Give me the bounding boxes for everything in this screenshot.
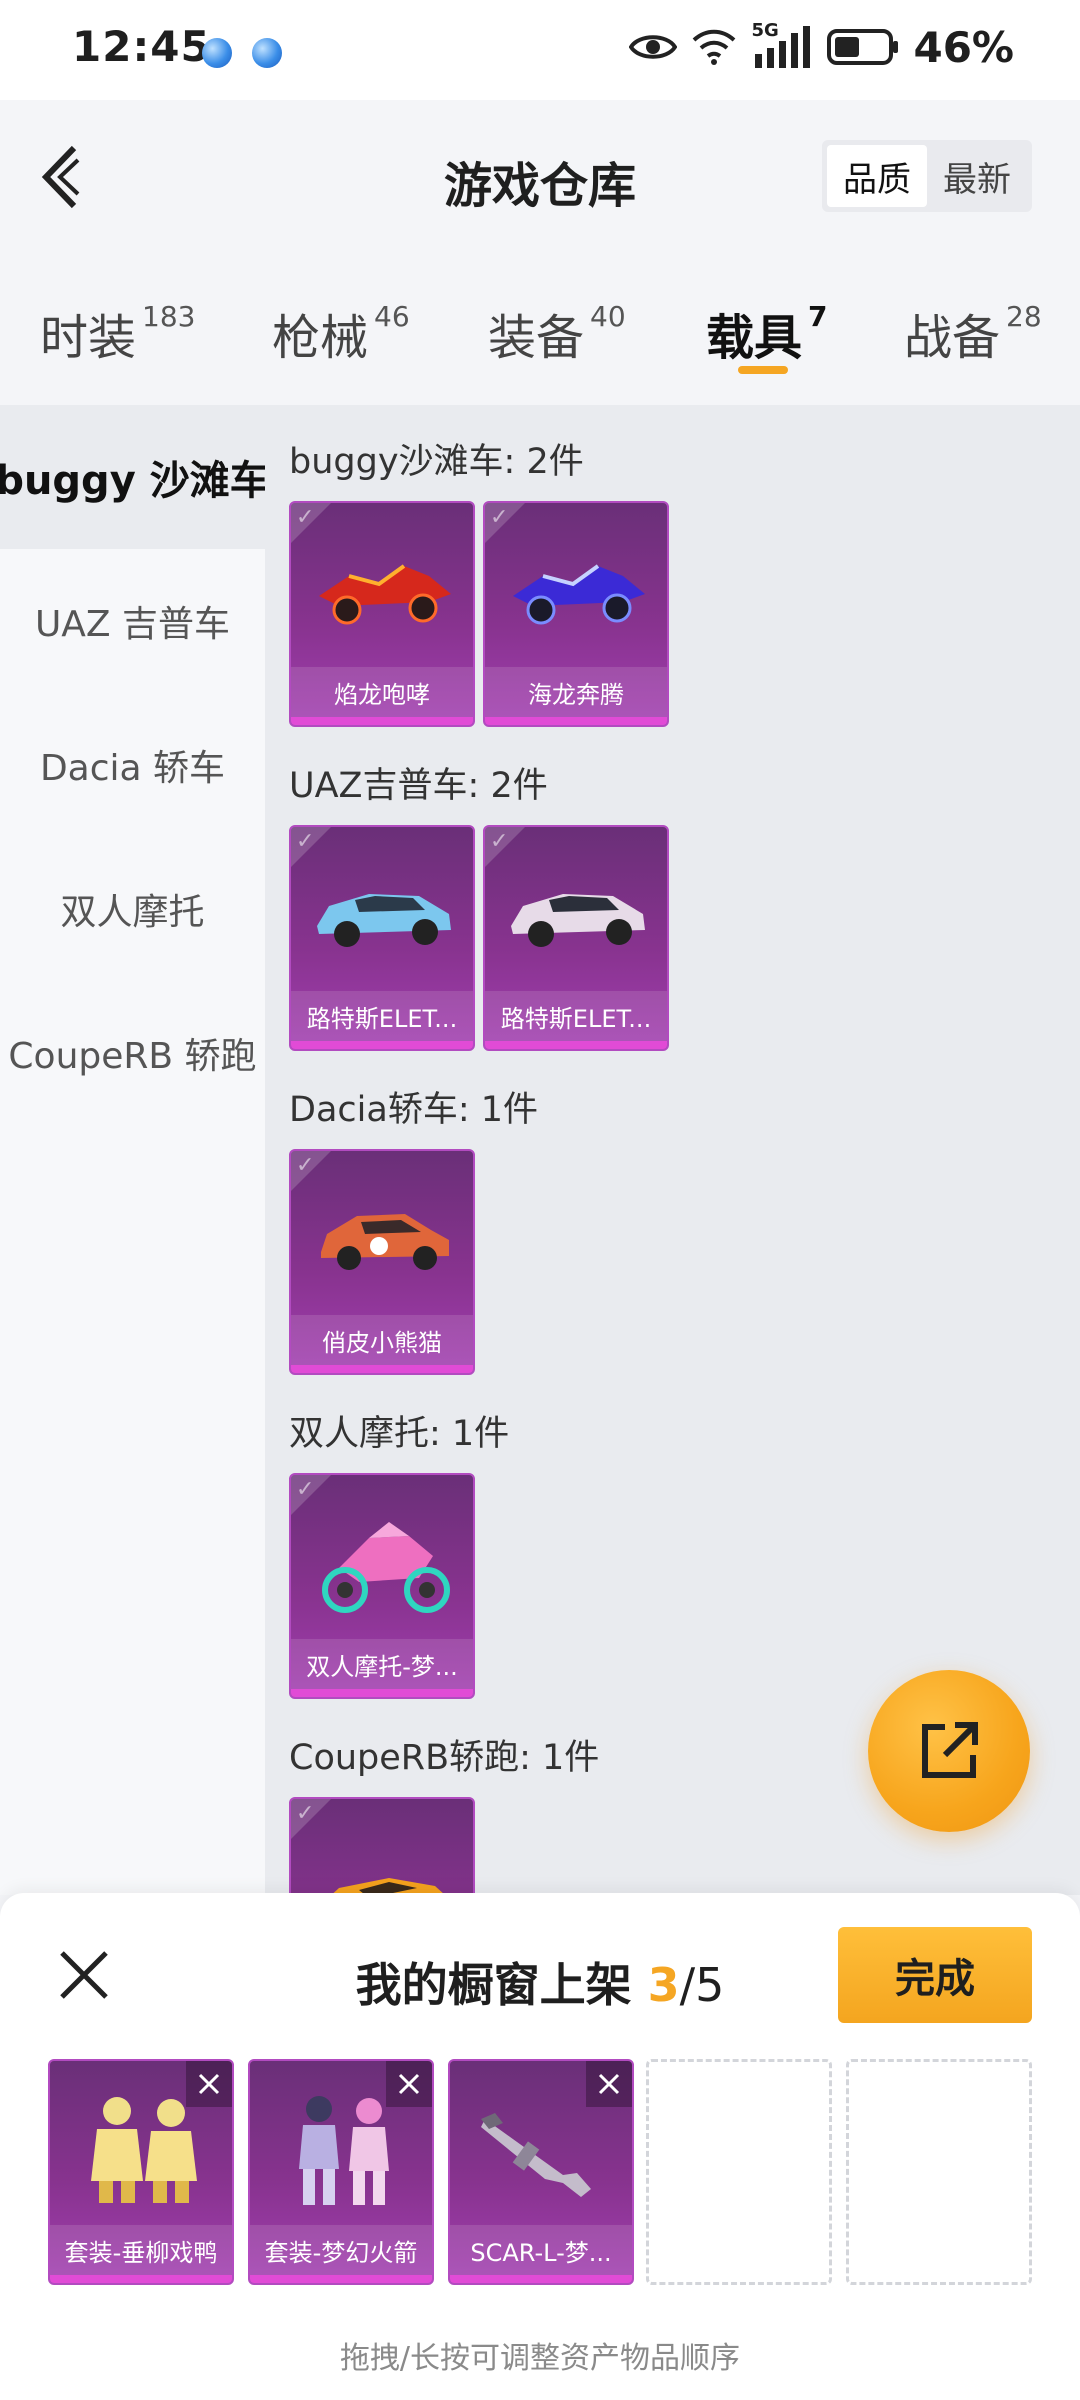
sort-option-newest[interactable]: 最新 xyxy=(927,145,1027,207)
motorbike-pink-icon xyxy=(299,1503,469,1623)
rifle-icon xyxy=(458,2089,628,2209)
wifi-icon xyxy=(693,29,736,65)
category-tabs: 时装 183 枪械 46 装备 40 载具 7 战备 28 xyxy=(0,260,1080,405)
showcase-slot[interactable]: 套装-梦幻火箭 xyxy=(248,2059,434,2285)
remove-slot-button[interactable] xyxy=(186,2061,232,2107)
outfit-yellow-icon xyxy=(58,2089,228,2209)
tab-count: 7 xyxy=(808,300,828,333)
tab-count: 183 xyxy=(142,300,196,333)
check-icon: ✓ xyxy=(296,1477,315,1502)
external-link-icon xyxy=(922,1722,978,1778)
sidebar-item-coupe[interactable]: CoupeRB 轿跑 xyxy=(0,981,265,1125)
tab-label: 载具 xyxy=(706,310,803,366)
done-button[interactable]: 完成 xyxy=(838,1927,1032,2023)
item-name: 路特斯ELET... xyxy=(485,991,667,1041)
buggy-red-icon xyxy=(299,531,469,651)
vehicle-type-sidebar: buggy 沙滩车 UAZ 吉普车 Dacia 轿车 双人摩托 CoupeRB … xyxy=(0,405,270,1895)
item-name: 焰龙咆哮 xyxy=(291,667,473,717)
buggy-blue-icon xyxy=(493,531,663,651)
car-orange-icon xyxy=(299,1179,469,1299)
showcase-title-text: 我的橱窗上架 xyxy=(355,1958,632,2012)
tab-label: 装备 xyxy=(488,310,585,366)
item-name: 路特斯ELET... xyxy=(291,991,473,1041)
item-card[interactable]: ✓ 路特斯ELET... xyxy=(483,825,669,1051)
suv-white-icon xyxy=(493,855,663,975)
status-indicators: 5G 46% xyxy=(629,20,1014,72)
battery-icon xyxy=(827,29,899,65)
outfit-space-icon xyxy=(258,2089,428,2209)
item-name: SCAR-L-梦... xyxy=(450,2225,632,2275)
drag-hint: 拖拽/长按可调整资产物品顺序 xyxy=(339,2341,741,2376)
showcase-current-count: 3 xyxy=(647,1958,680,2012)
check-icon: ✓ xyxy=(490,829,509,854)
eye-icon xyxy=(629,35,678,59)
tab-label: 枪械 xyxy=(272,310,369,366)
tab-outfits[interactable]: 时装 183 xyxy=(40,298,195,368)
tab-count: 40 xyxy=(590,300,626,333)
group-title: UAZ吉普车: 2件 xyxy=(289,766,548,806)
showcase-count-separator: / xyxy=(679,1958,696,2012)
empty-showcase-slot[interactable] xyxy=(846,2059,1032,2285)
suv-blue-icon xyxy=(299,855,469,975)
notification-app-icon xyxy=(202,38,232,68)
check-icon: ✓ xyxy=(296,505,315,530)
check-icon: ✓ xyxy=(296,829,315,854)
header: 游戏仓库 品质 最新 xyxy=(0,100,1080,260)
sidebar-item-uaz[interactable]: UAZ 吉普车 xyxy=(0,549,265,693)
sidebar-item-buggy[interactable]: buggy 沙滩车 xyxy=(0,405,270,549)
sort-option-quality[interactable]: 品质 xyxy=(827,145,927,207)
tab-label: 战备 xyxy=(904,310,1001,366)
active-tab-indicator xyxy=(738,366,788,374)
group-title: buggy沙滩车: 2件 xyxy=(289,442,584,482)
item-name: 双人摩托-梦... xyxy=(291,1639,473,1689)
sort-toggle: 品质 最新 xyxy=(822,140,1032,212)
showcase-panel: 我的橱窗上架 3/5 完成 套装-垂柳戏鸭 套装-梦幻火箭 SCAR-L-梦..… xyxy=(0,1893,1080,2400)
status-bar: 12:45 5G 46% xyxy=(0,0,1080,100)
battery-percentage: 46% xyxy=(913,22,1014,72)
showcase-total-count: 5 xyxy=(695,1958,725,2012)
item-card[interactable]: ✓ xyxy=(289,1797,475,1895)
tab-weapons[interactable]: 枪械 46 xyxy=(272,298,410,368)
tab-equipment[interactable]: 装备 40 xyxy=(488,298,626,368)
close-icon xyxy=(398,2073,420,2095)
sidebar-item-dacia[interactable]: Dacia 轿车 xyxy=(0,693,265,837)
item-card[interactable]: ✓ 路特斯ELET... xyxy=(289,825,475,1051)
tab-supplies[interactable]: 战备 28 xyxy=(904,298,1042,368)
group-title: CoupeRB轿跑: 1件 xyxy=(289,1738,600,1778)
empty-showcase-slot[interactable] xyxy=(646,2059,832,2285)
cellular-signal-icon: 5G xyxy=(751,20,813,70)
check-icon: ✓ xyxy=(296,1801,315,1826)
item-name: 海龙奔腾 xyxy=(485,667,667,717)
remove-slot-button[interactable] xyxy=(386,2061,432,2107)
item-name: 套装-梦幻火箭 xyxy=(250,2225,432,2275)
check-icon: ✓ xyxy=(296,1153,315,1178)
status-time: 12:45 xyxy=(72,22,211,71)
tab-label: 时装 xyxy=(40,310,137,366)
tab-count: 46 xyxy=(374,300,410,333)
close-icon xyxy=(598,2073,620,2095)
remove-slot-button[interactable] xyxy=(586,2061,632,2107)
group-title: 双人摩托: 1件 xyxy=(289,1414,510,1454)
item-name: 俏皮小熊猫 xyxy=(291,1315,473,1365)
group-title: Dacia轿车: 1件 xyxy=(289,1090,538,1130)
close-icon xyxy=(198,2073,220,2095)
coupe-orange-icon xyxy=(299,1827,469,1895)
showcase-slot[interactable]: 套装-垂柳戏鸭 xyxy=(48,2059,234,2285)
showcase-slot[interactable]: SCAR-L-梦... xyxy=(448,2059,634,2285)
share-button[interactable] xyxy=(868,1670,1030,1832)
item-name: 套装-垂柳戏鸭 xyxy=(50,2225,232,2275)
tab-count: 28 xyxy=(1006,300,1042,333)
tab-vehicles[interactable]: 载具 7 xyxy=(706,298,828,368)
item-card[interactable]: ✓ 焰龙咆哮 xyxy=(289,501,475,727)
check-icon: ✓ xyxy=(490,505,509,530)
item-card[interactable]: ✓ 海龙奔腾 xyxy=(483,501,669,727)
sidebar-item-motorbike[interactable]: 双人摩托 xyxy=(0,837,265,981)
item-card[interactable]: ✓ 双人摩托-梦... xyxy=(289,1473,475,1699)
notification-app-icon xyxy=(252,38,282,68)
item-card[interactable]: ✓ 俏皮小熊猫 xyxy=(289,1149,475,1375)
